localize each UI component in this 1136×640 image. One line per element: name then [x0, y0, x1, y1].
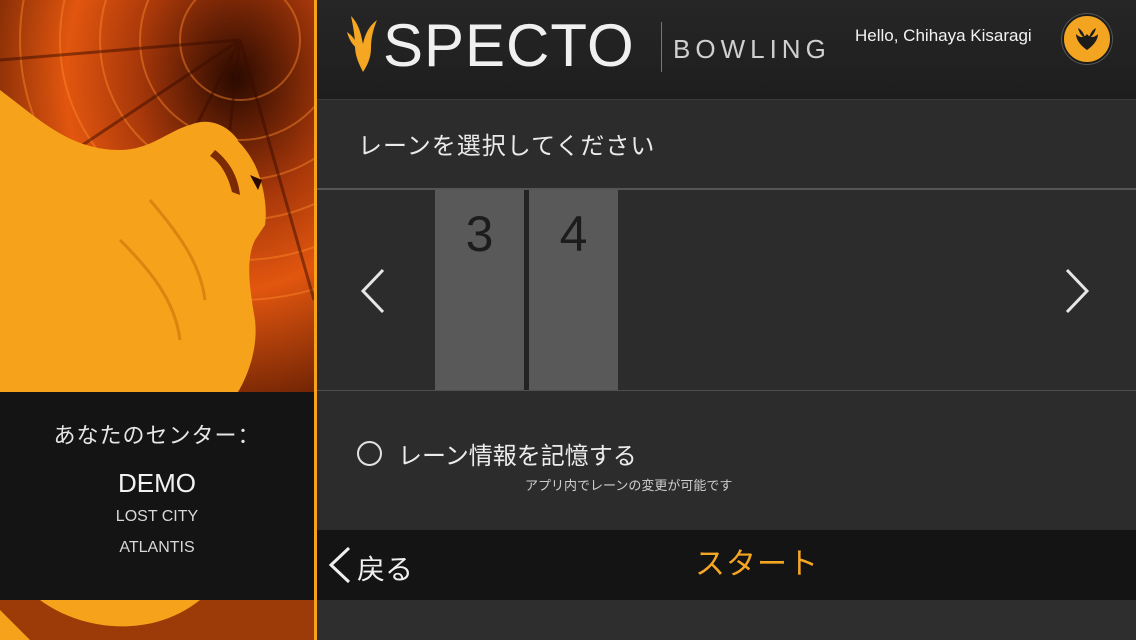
- center-panel: あなたのセンター： DEMO LOST CITY ATLANTIS: [0, 0, 314, 640]
- phoenix-artwork: [0, 0, 314, 392]
- back-label: 戻る: [357, 553, 414, 586]
- phoenix-artwork-bottom: [0, 600, 314, 640]
- logo-wordmark: SPECTO: [383, 12, 635, 79]
- chevron-left-icon[interactable]: [357, 268, 397, 314]
- chevron-left-icon: [328, 546, 351, 584]
- phoenix-logo-icon: [347, 16, 377, 72]
- chevron-right-icon[interactable]: [1055, 268, 1095, 314]
- app-header: SPECTO BOWLING Hello, Chihaya Kisaragi: [317, 0, 1136, 100]
- lane-tile[interactable]: 3: [435, 190, 524, 390]
- center-info: あなたのセンター： DEMO LOST CITY ATLANTIS: [0, 392, 314, 600]
- remember-lane-note: アプリ内でレーンの変更が可能です: [525, 479, 733, 494]
- center-label: あなたのセンター：: [53, 424, 261, 449]
- center-name: DEMO: [118, 468, 196, 498]
- remember-lane-radio[interactable]: [357, 441, 382, 466]
- avatar[interactable]: [1062, 14, 1112, 64]
- user-greeting: Hello, Chihaya Kisaragi: [855, 26, 1032, 45]
- start-button[interactable]: スタート: [657, 542, 857, 588]
- center-location-line1: LOST CITY: [115, 508, 199, 525]
- bottom-strip: [317, 600, 1136, 640]
- lane-picker: 3 4: [317, 190, 1136, 390]
- logo-subtitle: BOWLING: [673, 34, 831, 64]
- phoenix-avatar-icon: [1076, 28, 1098, 50]
- remember-lane-label: レーン情報を記憶する: [398, 442, 637, 470]
- lane-select-prompt: レーンを選択してください: [358, 132, 656, 160]
- lane-tile[interactable]: 4: [529, 190, 618, 390]
- logo-divider: [661, 22, 662, 72]
- divider-line: [317, 390, 1136, 391]
- center-location-line2: ATLANTIS: [119, 539, 195, 556]
- action-bar: 戻る スタート: [317, 530, 1136, 600]
- start-label: スタート: [695, 547, 819, 582]
